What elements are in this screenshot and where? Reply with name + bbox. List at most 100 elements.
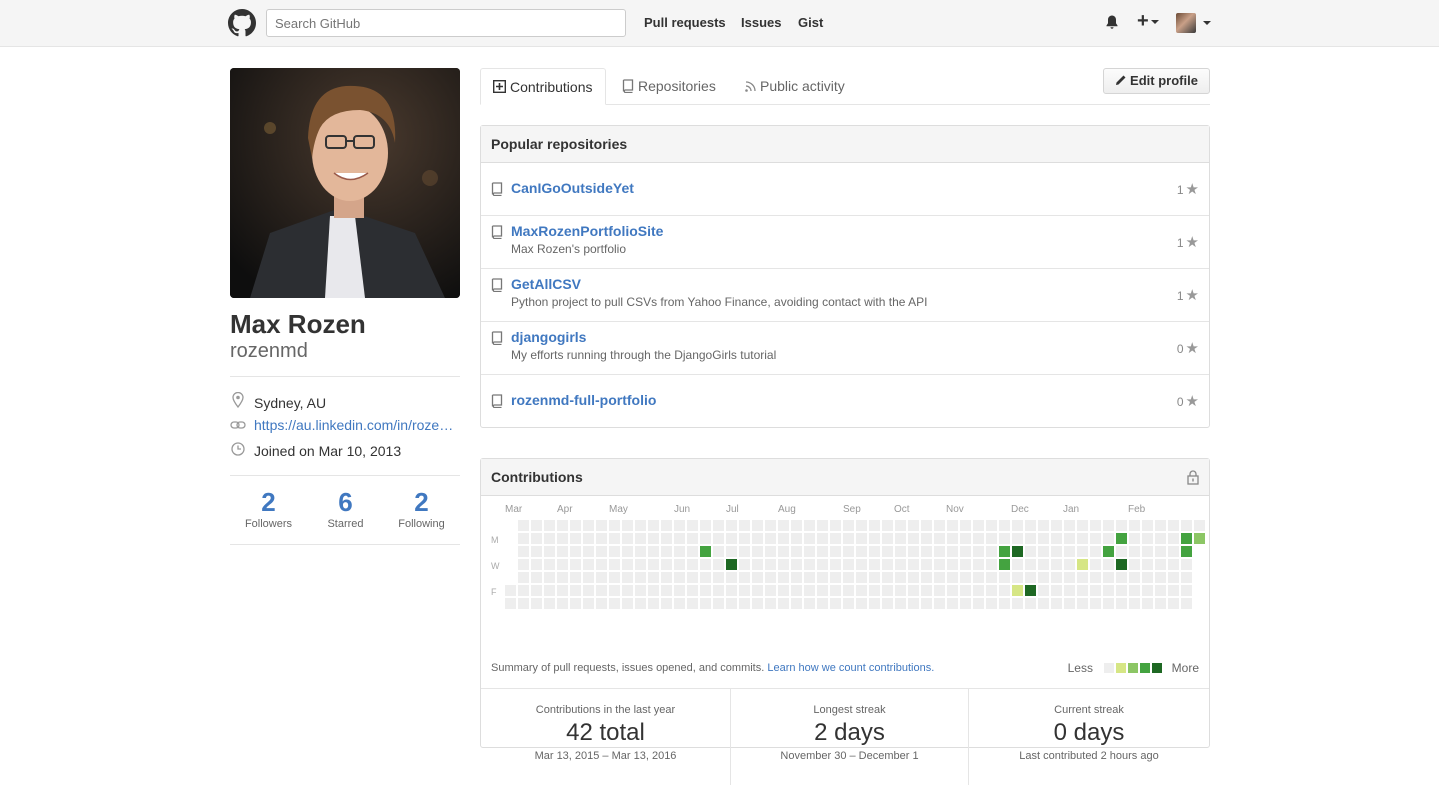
contribution-day[interactable] xyxy=(986,546,997,557)
contribution-day[interactable] xyxy=(1129,585,1140,596)
contribution-day[interactable] xyxy=(791,598,802,609)
contribution-day[interactable] xyxy=(583,546,594,557)
contribution-day[interactable] xyxy=(986,520,997,531)
repo-name-link[interactable]: CanIGoOutsideYet xyxy=(511,163,1199,196)
contribution-day[interactable] xyxy=(505,585,516,596)
contribution-day[interactable] xyxy=(817,520,828,531)
contribution-day[interactable] xyxy=(869,598,880,609)
contribution-day[interactable] xyxy=(1129,546,1140,557)
contribution-day[interactable] xyxy=(726,533,737,544)
contribution-day[interactable] xyxy=(518,520,529,531)
contribution-day[interactable] xyxy=(817,585,828,596)
contribution-day[interactable] xyxy=(739,533,750,544)
contribution-day[interactable] xyxy=(791,559,802,570)
contribution-day[interactable] xyxy=(1077,572,1088,583)
contribution-day[interactable] xyxy=(960,585,971,596)
contribution-day[interactable] xyxy=(778,559,789,570)
contribution-day[interactable] xyxy=(635,559,646,570)
contribution-day[interactable] xyxy=(687,559,698,570)
contribution-day[interactable] xyxy=(700,520,711,531)
contribution-day[interactable] xyxy=(973,520,984,531)
contribution-day[interactable] xyxy=(1090,598,1101,609)
contribution-day[interactable] xyxy=(1181,559,1192,570)
contribution-day[interactable] xyxy=(1194,533,1205,544)
contribution-day[interactable] xyxy=(1116,585,1127,596)
contribution-day[interactable] xyxy=(544,546,555,557)
contribution-day[interactable] xyxy=(752,585,763,596)
contribution-day[interactable] xyxy=(960,533,971,544)
contribution-day[interactable] xyxy=(661,585,672,596)
contribution-day[interactable] xyxy=(921,559,932,570)
contribution-day[interactable] xyxy=(674,585,685,596)
repo-item[interactable]: GetAllCSV Python project to pull CSVs fro… xyxy=(481,269,1209,322)
contribution-day[interactable] xyxy=(713,546,724,557)
contribution-day[interactable] xyxy=(1064,520,1075,531)
contribution-day[interactable] xyxy=(583,520,594,531)
contribution-day[interactable] xyxy=(739,520,750,531)
contribution-day[interactable] xyxy=(999,546,1010,557)
contribution-day[interactable] xyxy=(635,520,646,531)
contribution-day[interactable] xyxy=(648,598,659,609)
tab-public-activity[interactable]: Public activity xyxy=(733,68,857,105)
contribution-day[interactable] xyxy=(1129,559,1140,570)
starred-stat[interactable]: 6 Starred xyxy=(307,486,384,530)
contribution-day[interactable] xyxy=(739,546,750,557)
contribution-day[interactable] xyxy=(1168,533,1179,544)
contribution-day[interactable] xyxy=(895,559,906,570)
contribution-day[interactable] xyxy=(635,546,646,557)
contribution-day[interactable] xyxy=(986,533,997,544)
chevron-down-icon[interactable] xyxy=(1203,21,1211,25)
contribution-day[interactable] xyxy=(726,572,737,583)
learn-contributions-link[interactable]: Learn how we count contributions. xyxy=(767,662,934,674)
contribution-day[interactable] xyxy=(596,520,607,531)
contribution-day[interactable] xyxy=(505,598,516,609)
contribution-day[interactable] xyxy=(1168,546,1179,557)
contribution-day[interactable] xyxy=(934,546,945,557)
contribution-day[interactable] xyxy=(921,598,932,609)
contribution-day[interactable] xyxy=(830,546,841,557)
contribution-day[interactable] xyxy=(648,572,659,583)
contribution-day[interactable] xyxy=(804,546,815,557)
contribution-day[interactable] xyxy=(557,572,568,583)
contribution-day[interactable] xyxy=(1129,572,1140,583)
contribution-day[interactable] xyxy=(1064,546,1075,557)
contribution-day[interactable] xyxy=(791,585,802,596)
contribution-day[interactable] xyxy=(1051,585,1062,596)
contribution-day[interactable] xyxy=(791,520,802,531)
contribution-day[interactable] xyxy=(804,598,815,609)
contribution-day[interactable] xyxy=(791,546,802,557)
contribution-day[interactable] xyxy=(635,572,646,583)
contribution-day[interactable] xyxy=(960,520,971,531)
contribution-day[interactable] xyxy=(960,598,971,609)
contribution-day[interactable] xyxy=(895,585,906,596)
contribution-day[interactable] xyxy=(843,598,854,609)
contribution-day[interactable] xyxy=(1155,585,1166,596)
contribution-day[interactable] xyxy=(1103,559,1114,570)
contribution-day[interactable] xyxy=(1090,572,1101,583)
contribution-day[interactable] xyxy=(713,520,724,531)
contribution-day[interactable] xyxy=(752,559,763,570)
contribution-day[interactable] xyxy=(1194,520,1205,531)
contribution-day[interactable] xyxy=(609,533,620,544)
contribution-day[interactable] xyxy=(934,533,945,544)
contribution-day[interactable] xyxy=(921,572,932,583)
contribution-day[interactable] xyxy=(1103,572,1114,583)
contribution-day[interactable] xyxy=(609,572,620,583)
contribution-day[interactable] xyxy=(778,546,789,557)
contribution-day[interactable] xyxy=(1181,520,1192,531)
contribution-day[interactable] xyxy=(1025,546,1036,557)
contribution-day[interactable] xyxy=(869,546,880,557)
contribution-day[interactable] xyxy=(934,572,945,583)
contribution-day[interactable] xyxy=(1038,598,1049,609)
contribution-day[interactable] xyxy=(583,559,594,570)
contribution-day[interactable] xyxy=(973,546,984,557)
contribution-day[interactable] xyxy=(726,559,737,570)
contribution-day[interactable] xyxy=(1142,546,1153,557)
contribution-day[interactable] xyxy=(1129,520,1140,531)
contribution-day[interactable] xyxy=(570,598,581,609)
contribution-day[interactable] xyxy=(648,585,659,596)
contribution-day[interactable] xyxy=(570,572,581,583)
nav-issues[interactable]: Issues xyxy=(741,15,781,30)
contribution-day[interactable] xyxy=(908,598,919,609)
contribution-day[interactable] xyxy=(1116,559,1127,570)
